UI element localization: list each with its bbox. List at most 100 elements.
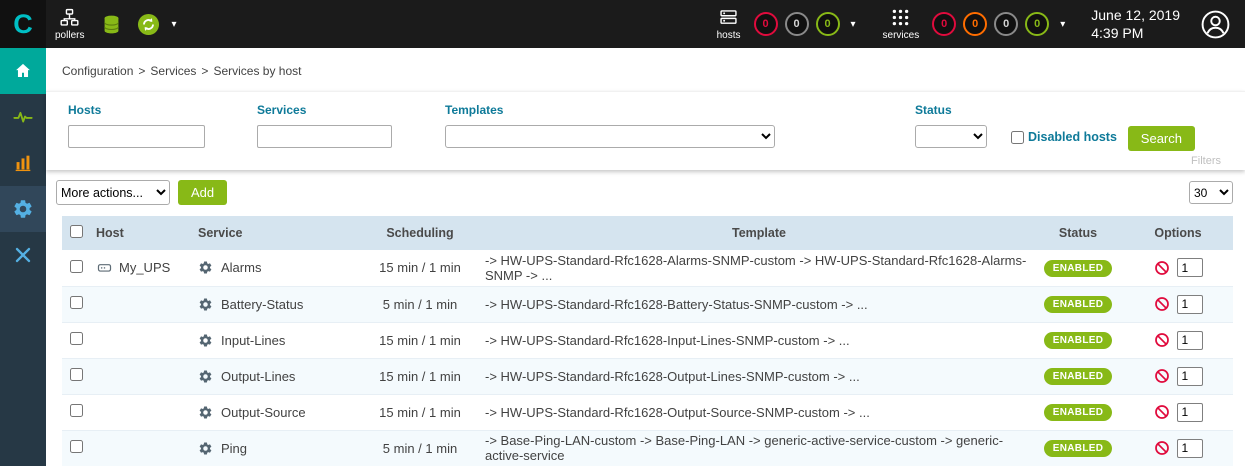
services-filter-input[interactable]: [257, 125, 392, 148]
chevron-down-icon[interactable]: [171, 19, 176, 30]
host-name-cell: [90, 394, 190, 430]
duplicate-count-input[interactable]: [1177, 295, 1203, 314]
table-row: Ping 5 min / 1 min -> Base-Ping-LAN-cust…: [62, 430, 1233, 466]
host-name-cell: [90, 430, 190, 466]
clock: June 12, 2019 4:39 PM: [1091, 6, 1180, 42]
hosts-up-counter[interactable]: 0: [816, 12, 840, 36]
service-name-link[interactable]: Output-Lines: [221, 369, 295, 384]
service-gear-icon[interactable]: [198, 441, 213, 456]
service-name-link[interactable]: Input-Lines: [221, 333, 285, 348]
sidebar-item-configuration[interactable]: [0, 186, 46, 232]
database-status-icon[interactable]: [100, 13, 123, 36]
row-checkbox[interactable]: [70, 368, 83, 381]
search-button[interactable]: Search: [1128, 126, 1195, 151]
sync-status-icon[interactable]: [137, 13, 160, 36]
services-status-menu[interactable]: services: [883, 7, 920, 41]
sidebar-item-reporting[interactable]: [0, 140, 46, 186]
status-badge: ENABLED: [1044, 296, 1112, 313]
status-filter-select[interactable]: [915, 125, 987, 148]
hosts-filter-label: Hosts: [68, 103, 205, 117]
service-name-link[interactable]: Ping: [221, 441, 247, 456]
row-checkbox[interactable]: [70, 260, 83, 273]
actions-bar: More actions... Add 30: [46, 170, 1245, 214]
select-all-checkbox[interactable]: [70, 225, 83, 238]
service-gear-icon[interactable]: [198, 333, 213, 348]
status-badge: ENABLED: [1044, 368, 1112, 385]
disable-service-icon[interactable]: [1154, 260, 1170, 276]
disable-service-icon[interactable]: [1154, 296, 1170, 312]
breadcrumb-separator: >: [201, 64, 208, 78]
services-icon: [890, 7, 911, 28]
service-gear-icon[interactable]: [198, 297, 213, 312]
hosts-status-menu[interactable]: hosts: [717, 7, 741, 41]
service-name-link[interactable]: Output-Source: [221, 405, 306, 420]
disable-service-icon[interactable]: [1154, 332, 1170, 348]
centreon-logo[interactable]: C: [0, 0, 46, 48]
header-template: Template: [475, 216, 1033, 250]
pollers-icon: [59, 7, 80, 28]
sidebar-item-home[interactable]: [0, 48, 46, 94]
hosts-filter-input[interactable]: [68, 125, 205, 148]
service-name-link[interactable]: Battery-Status: [221, 297, 303, 312]
disable-service-icon[interactable]: [1154, 440, 1170, 456]
templates-filter-select[interactable]: [445, 125, 775, 148]
breadcrumb-services[interactable]: Services: [150, 64, 196, 78]
template-chain[interactable]: -> HW-UPS-Standard-Rfc1628-Alarms-SNMP-c…: [475, 250, 1033, 286]
pollers-label: pollers: [55, 30, 84, 41]
filters-caption: Filters: [1191, 155, 1221, 167]
disable-service-icon[interactable]: [1154, 404, 1170, 420]
table-row: Battery-Status 5 min / 1 min -> HW-UPS-S…: [62, 286, 1233, 322]
row-checkbox[interactable]: [70, 440, 83, 453]
header-options: Options: [1123, 216, 1233, 250]
duplicate-count-input[interactable]: [1177, 331, 1203, 350]
row-checkbox[interactable]: [70, 296, 83, 309]
header-scheduling: Scheduling: [365, 216, 475, 250]
hosts-down-counter[interactable]: 0: [754, 12, 778, 36]
template-chain[interactable]: -> Base-Ping-LAN-custom -> Base-Ping-LAN…: [475, 430, 1033, 466]
host-name-link[interactable]: My_UPS: [119, 260, 170, 275]
user-profile-icon[interactable]: [1200, 9, 1231, 40]
row-checkbox[interactable]: [70, 332, 83, 345]
services-unknown-counter[interactable]: 0: [994, 12, 1018, 36]
disable-service-icon[interactable]: [1154, 368, 1170, 384]
template-chain[interactable]: -> HW-UPS-Standard-Rfc1628-Output-Lines-…: [475, 358, 1033, 394]
services-warning-counter[interactable]: 0: [963, 12, 987, 36]
table-row: Input-Lines 15 min / 1 min -> HW-UPS-Sta…: [62, 322, 1233, 358]
duplicate-count-input[interactable]: [1177, 367, 1203, 386]
duplicate-count-input[interactable]: [1177, 439, 1203, 458]
duplicate-count-input[interactable]: [1177, 258, 1203, 277]
status-filter-label: Status: [915, 103, 987, 117]
hosts-unreachable-counter[interactable]: 0: [785, 12, 809, 36]
template-chain[interactable]: -> HW-UPS-Standard-Rfc1628-Input-Lines-S…: [475, 322, 1033, 358]
services-critical-counter[interactable]: 0: [932, 12, 956, 36]
host-name-cell: [90, 322, 190, 358]
template-chain[interactable]: -> HW-UPS-Standard-Rfc1628-Battery-Statu…: [475, 286, 1033, 322]
service-gear-icon[interactable]: [198, 260, 213, 275]
services-ok-counter[interactable]: 0: [1025, 12, 1049, 36]
pollers-menu[interactable]: pollers: [55, 7, 84, 41]
status-badge: ENABLED: [1044, 332, 1112, 349]
topbar: C pollers hosts 0 0 0 services: [0, 0, 1245, 48]
row-checkbox[interactable]: [70, 404, 83, 417]
disabled-hosts-checkbox[interactable]: [1011, 131, 1024, 144]
chevron-down-icon[interactable]: [851, 19, 856, 30]
host-device-icon: [96, 259, 113, 276]
template-chain[interactable]: -> HW-UPS-Standard-Rfc1628-Output-Source…: [475, 394, 1033, 430]
breadcrumb-configuration[interactable]: Configuration: [62, 64, 133, 78]
hosts-icon: [718, 7, 739, 28]
more-actions-select[interactable]: More actions...: [56, 180, 170, 205]
service-gear-icon[interactable]: [198, 405, 213, 420]
service-gear-icon[interactable]: [198, 369, 213, 384]
table-header-row: Host Service Scheduling Template Status …: [62, 216, 1233, 250]
add-button[interactable]: Add: [178, 180, 227, 205]
sidebar-item-administration[interactable]: [0, 232, 46, 278]
duplicate-count-input[interactable]: [1177, 403, 1203, 422]
tools-icon: [12, 244, 34, 266]
chevron-down-icon[interactable]: [1060, 19, 1065, 30]
service-name-link[interactable]: Alarms: [221, 260, 261, 275]
disabled-hosts-label[interactable]: Disabled hosts: [1028, 130, 1117, 144]
sidebar-item-monitoring[interactable]: [0, 94, 46, 140]
breadcrumb-separator: >: [138, 64, 145, 78]
page-size-select[interactable]: 30: [1189, 181, 1233, 204]
centreon-logo-letter: C: [13, 11, 33, 38]
